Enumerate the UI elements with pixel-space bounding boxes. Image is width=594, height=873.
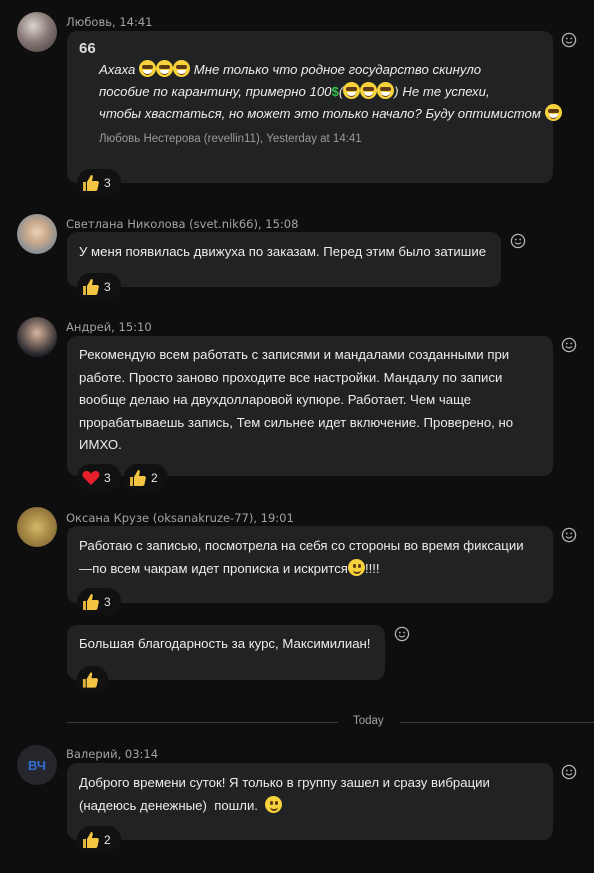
thumbs-up-icon <box>81 592 101 612</box>
message-text: ИМХО. <box>79 437 122 452</box>
add-reaction-icon[interactable] <box>561 764 577 780</box>
add-reaction-icon[interactable] <box>394 626 410 642</box>
heart-icon <box>82 470 100 485</box>
avatar[interactable] <box>17 317 57 357</box>
add-reaction-icon[interactable] <box>561 337 577 353</box>
message-text: вообще делаю на двухдолларовой купюре. Р… <box>79 392 472 407</box>
reaction-count: 2 <box>151 470 158 485</box>
message-bubble: Доброго времени суток! Я только в группу… <box>67 763 553 853</box>
avatar-initials: ВЧ <box>27 757 47 773</box>
reaction-count: 3 <box>104 594 111 609</box>
grin-emoji-icon <box>360 82 378 99</box>
thumbs-up-icon <box>81 670 100 690</box>
message-text: !!!! <box>364 560 380 576</box>
reaction-count: 2 <box>104 832 111 847</box>
avatar[interactable] <box>17 12 57 52</box>
message-text: работе. Просто заново проходите все наст… <box>79 369 503 385</box>
dollar-icon: $ <box>331 84 339 99</box>
date-divider-line-left <box>67 722 338 723</box>
avatar[interactable] <box>17 507 57 547</box>
message-bubble: Большая благодарность за курс, Максимили… <box>67 625 385 693</box>
quote-block: Ахаха Мне только что родное государство … <box>99 59 562 125</box>
grin-emoji-icon <box>156 60 174 77</box>
smile-emoji-icon <box>347 558 365 576</box>
reaction-thumbs-up[interactable] <box>77 666 108 693</box>
quote-text: ) Не те успехи, <box>394 84 490 99</box>
grin-emoji-icon <box>544 104 562 121</box>
date-divider-line-right <box>400 722 594 723</box>
message-text: Работаю с записью, посмотрела на себя со… <box>79 538 524 553</box>
message-text: Доброго времени суток! Я только в группу… <box>79 775 490 790</box>
reaction-count: 3 <box>104 175 111 190</box>
avatar[interactable] <box>17 214 57 254</box>
message-bubble: Рекомендую всем работать с записями и ма… <box>67 336 553 491</box>
message-text: (надеюсь денежные) пошли. <box>79 797 258 813</box>
grin-emoji-icon <box>139 60 157 77</box>
reaction-count: 3 <box>104 470 111 485</box>
message-text: —по всем чакрам идет прописка и искрится <box>79 560 348 576</box>
message-bubble: 66 Ахаха Мне только что родное государст… <box>67 31 562 196</box>
message-text-line: —по всем чакрам идет прописка и искрится… <box>79 558 380 581</box>
date-divider-label: Today <box>353 715 384 727</box>
reaction-thumbs-up[interactable]: 3 <box>77 169 121 196</box>
quote-source[interactable]: Любовь Нестерова (revellin11), Yesterday… <box>99 133 362 145</box>
grin-emoji-icon <box>343 82 361 99</box>
avatar[interactable]: ВЧ <box>17 745 57 785</box>
reaction-thumbs-up[interactable]: 3 <box>77 588 121 615</box>
reaction-count: 3 <box>104 279 111 294</box>
message-text-line: (надеюсь денежные) пошли. <box>79 795 283 818</box>
add-reaction-icon[interactable] <box>561 527 577 543</box>
smile-emoji-icon <box>265 795 283 813</box>
message-bubble: Работаю с записью, посмотрела на себя со… <box>67 526 553 615</box>
quote-text: Мне только что родное государство скинул… <box>193 62 482 77</box>
quote-text: Ахаха <box>99 62 136 77</box>
grin-emoji-icon <box>377 82 395 99</box>
message-author: Любовь, 14:41 <box>66 15 153 29</box>
message-bubble: У меня появилась движуха по заказам. Пер… <box>67 232 501 300</box>
add-reaction-icon[interactable] <box>510 233 526 249</box>
grin-emoji-icon <box>173 60 191 77</box>
message-author: Оксана Крузе (oksanakruze-77), 19:01 <box>66 511 294 525</box>
message-text: прорабатываешь запись, Тем сильнее идет … <box>79 414 514 430</box>
reaction-heart[interactable]: 3 <box>77 464 121 491</box>
message-text: У меня появилась движуха по заказам. Пер… <box>79 244 487 259</box>
reaction-thumbs-up[interactable]: 2 <box>124 464 168 491</box>
thumbs-up-icon <box>81 173 101 193</box>
message-author: Валерий, 03:14 <box>66 747 159 761</box>
thumbs-up-icon <box>81 277 101 297</box>
quote-text: чтобы хвастаться, но может это только на… <box>99 106 541 121</box>
quote-icon: 66 <box>79 40 96 57</box>
thumbs-up-icon <box>128 468 148 488</box>
reaction-thumbs-up[interactable]: 2 <box>77 826 121 853</box>
message-text: Большая благодарность за курс, Максимили… <box>79 636 371 651</box>
add-reaction-icon[interactable] <box>561 32 577 48</box>
message-author: Светлана Николова (svet.nik66), 15:08 <box>66 217 299 231</box>
message-text: Рекомендую всем работать с записями и ма… <box>79 347 510 362</box>
quote-text: пособие по карантину, примерно 100 <box>99 84 332 99</box>
reaction-thumbs-up[interactable]: 3 <box>77 273 121 300</box>
message-author: Андрей, 15:10 <box>66 320 152 334</box>
thumbs-up-icon <box>81 830 101 850</box>
